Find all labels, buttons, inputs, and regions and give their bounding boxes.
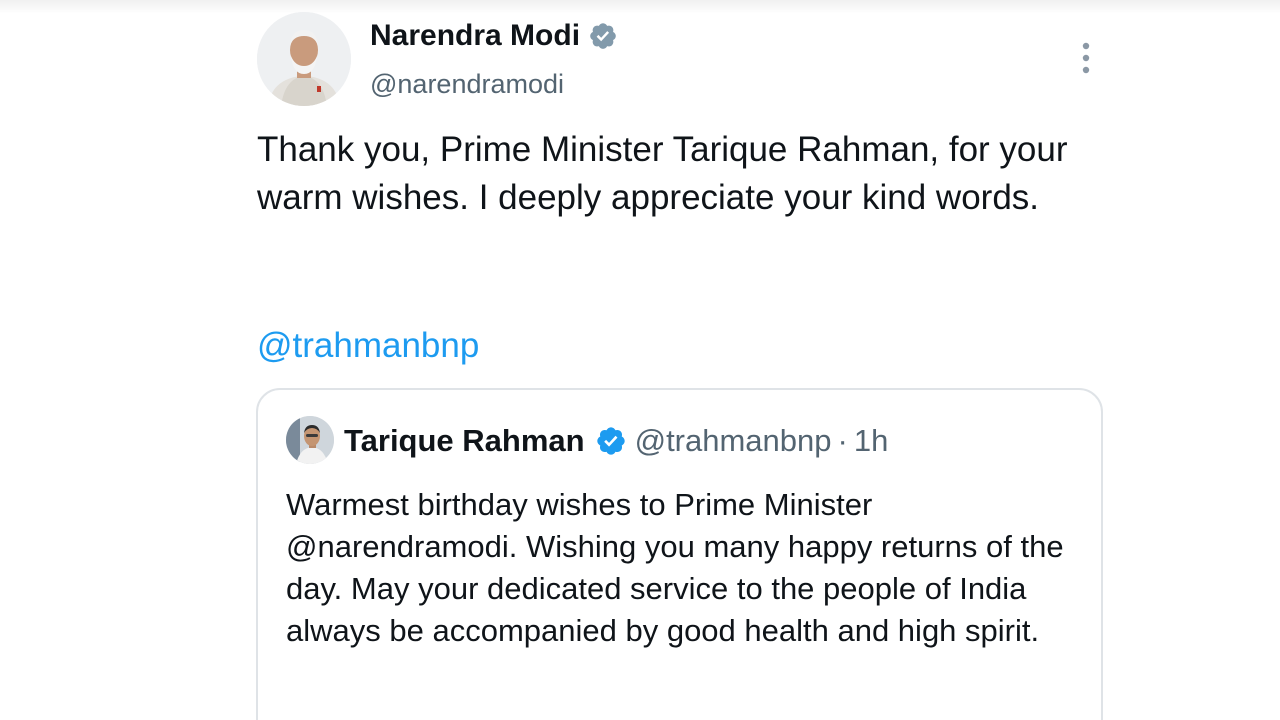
quoted-author-handle[interactable]: @trahmanbnp — [635, 420, 832, 462]
quoted-author-avatar[interactable] — [286, 416, 334, 464]
author-name-row[interactable]: Narendra Modi — [370, 16, 618, 56]
avatar-portrait-icon — [257, 12, 351, 106]
meta-separator: · — [837, 423, 848, 458]
verified-badge-icon — [590, 23, 616, 49]
quoted-author-name[interactable]: Tarique Rahman — [344, 420, 585, 462]
mention-link[interactable]: @trahmanbnp — [257, 322, 479, 370]
more-options-button[interactable] — [1066, 38, 1106, 78]
author-name[interactable]: Narendra Modi — [370, 16, 580, 56]
avatar-portrait-icon — [286, 416, 334, 464]
quoted-post-header: Tarique Rahman @trahmanbnp · 1h — [344, 420, 888, 462]
more-options-icon — [1082, 42, 1090, 74]
quoted-post-text: Warmest birthday wishes to Prime Ministe… — [286, 487, 1064, 648]
post-view: Narendra Modi @narendramodi Thank you, P… — [0, 0, 1280, 720]
author-handle[interactable]: @narendramodi — [370, 66, 564, 102]
header-shadow — [0, 0, 1280, 14]
quoted-post-card[interactable]: Tarique Rahman @trahmanbnp · 1h Warmest … — [256, 388, 1103, 720]
author-avatar[interactable] — [257, 12, 351, 106]
quoted-post-time[interactable]: 1h — [854, 420, 888, 462]
post-text: Thank you, Prime Minister Tarique Rahman… — [257, 130, 1068, 217]
verified-badge-icon — [596, 427, 625, 455]
